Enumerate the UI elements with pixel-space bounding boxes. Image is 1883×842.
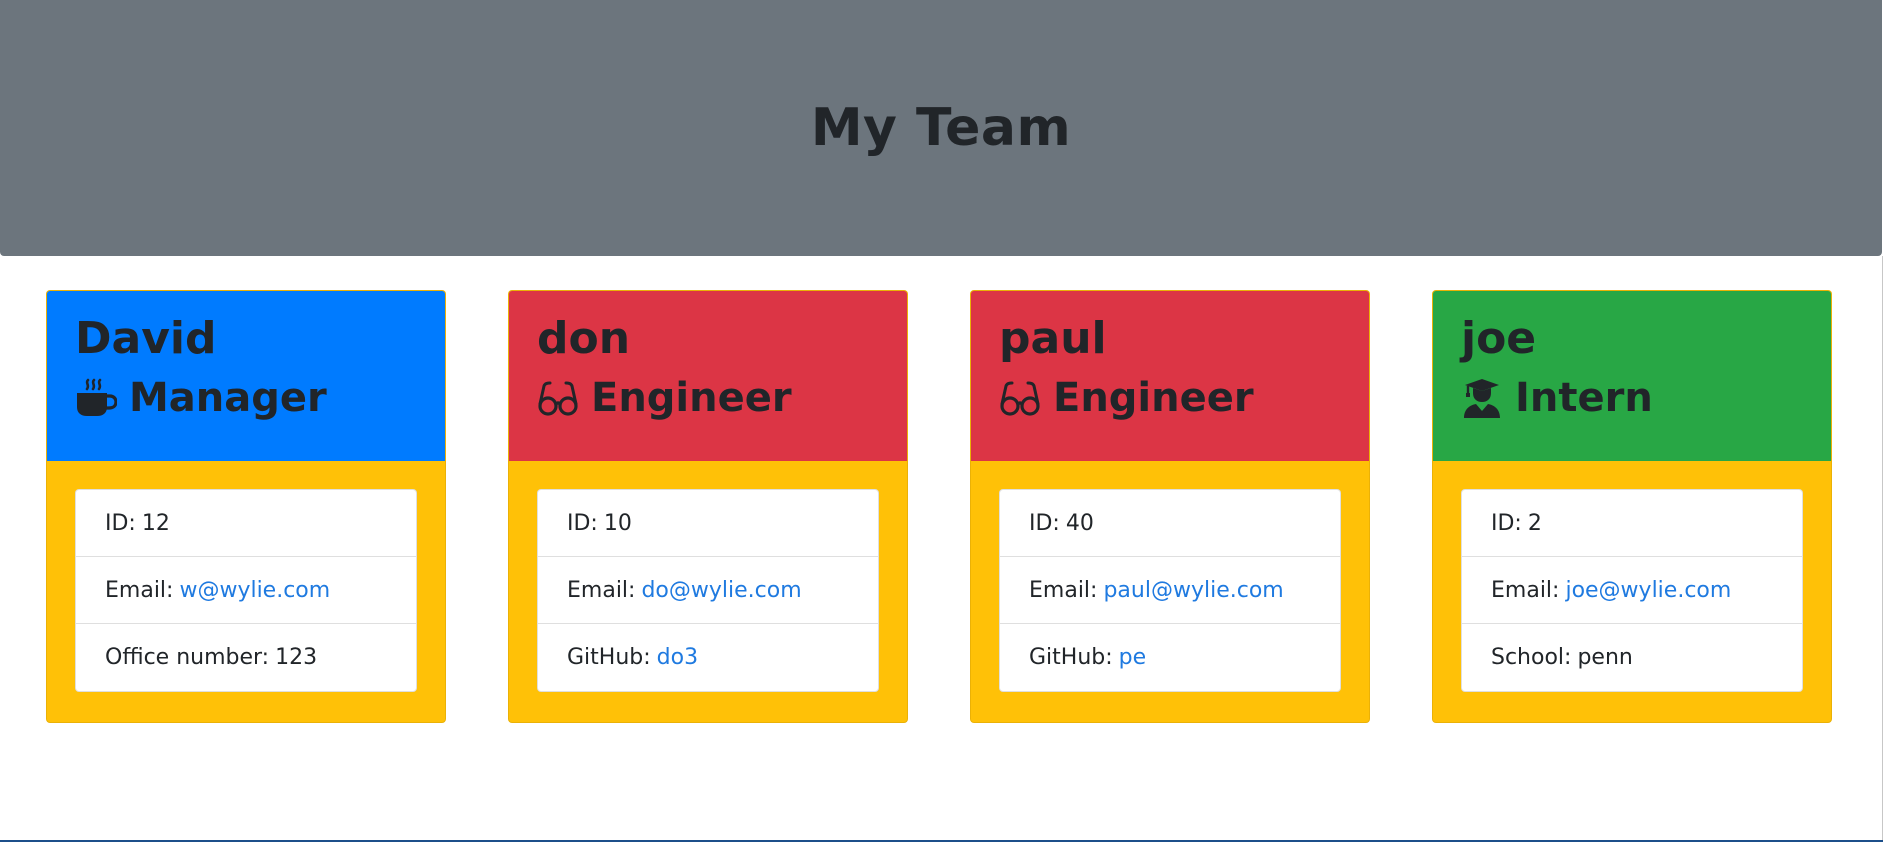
id-row: ID: 10 bbox=[538, 490, 878, 557]
employee-name: joe bbox=[1461, 313, 1537, 364]
school-row: School: penn bbox=[1462, 624, 1802, 691]
role-label: Engineer bbox=[591, 374, 792, 421]
role-label: Manager bbox=[129, 374, 327, 421]
card-header: David Manager bbox=[47, 291, 445, 461]
github-label: GitHub: bbox=[567, 645, 651, 670]
id-label: ID: bbox=[567, 510, 598, 536]
employee-card-engineer: paul Engineer ID: 40 Email: paul@wylie.c… bbox=[970, 290, 1370, 723]
employee-name: David bbox=[75, 313, 217, 364]
email-label: Email: bbox=[1491, 577, 1560, 603]
email-link[interactable]: do@wylie.com bbox=[641, 578, 801, 603]
header-banner: My Team bbox=[0, 0, 1882, 256]
office-number-value: 123 bbox=[275, 645, 318, 670]
employee-name: paul bbox=[999, 313, 1107, 364]
email-link[interactable]: w@wylie.com bbox=[179, 578, 330, 603]
team-cards: David Manager ID: 12 Email: w@wylie.com … bbox=[46, 290, 1832, 723]
github-link[interactable]: do3 bbox=[657, 645, 698, 670]
office-number-label: Office number: bbox=[105, 645, 270, 670]
card-header: don Engineer bbox=[509, 291, 907, 461]
id-label: ID: bbox=[1491, 510, 1522, 536]
info-list: ID: 40 Email: paul@wylie.com GitHub: pe bbox=[999, 489, 1341, 692]
card-header: joe Intern bbox=[1433, 291, 1831, 461]
employee-role: Manager bbox=[75, 374, 417, 422]
id-row: ID: 2 bbox=[1462, 490, 1802, 557]
email-row: Email: w@wylie.com bbox=[76, 557, 416, 624]
id-row: ID: 40 bbox=[1000, 490, 1340, 557]
employee-role: Engineer bbox=[999, 374, 1341, 422]
employee-role: Engineer bbox=[537, 374, 879, 422]
id-label: ID: bbox=[105, 510, 136, 536]
email-link[interactable]: joe@wylie.com bbox=[1565, 578, 1731, 603]
info-list: ID: 10 Email: do@wylie.com GitHub: do3 bbox=[537, 489, 879, 692]
github-row: GitHub: pe bbox=[1000, 624, 1340, 691]
coffee-icon bbox=[77, 378, 117, 416]
employee-card-manager: David Manager ID: 12 Email: w@wylie.com … bbox=[46, 290, 446, 723]
card-header: paul Engineer bbox=[971, 291, 1369, 461]
card-body: ID: 12 Email: w@wylie.com Office number:… bbox=[47, 461, 445, 720]
id-label: ID: bbox=[1029, 510, 1060, 536]
office-number-row: Office number: 123 bbox=[76, 624, 416, 691]
github-row: GitHub: do3 bbox=[538, 624, 878, 691]
github-link[interactable]: pe bbox=[1119, 645, 1147, 670]
employee-card-engineer: don Engineer ID: 10 Email: do@wylie.com … bbox=[508, 290, 908, 723]
info-list: ID: 12 Email: w@wylie.com Office number:… bbox=[75, 489, 417, 692]
glasses-icon bbox=[538, 381, 578, 416]
id-value: 40 bbox=[1065, 510, 1094, 536]
id-value: 12 bbox=[141, 510, 170, 536]
email-label: Email: bbox=[1029, 577, 1098, 603]
email-row: Email: joe@wylie.com bbox=[1462, 557, 1802, 624]
email-label: Email: bbox=[105, 577, 174, 603]
id-value: 2 bbox=[1527, 510, 1542, 536]
school-label: School: bbox=[1491, 645, 1572, 670]
id-value: 10 bbox=[603, 510, 632, 536]
card-body: ID: 40 Email: paul@wylie.com GitHub: pe bbox=[971, 461, 1369, 720]
page-title: My Team bbox=[810, 98, 1072, 158]
employee-card-intern: joe Intern ID: 2 Email: joe@wylie.com Sc… bbox=[1432, 290, 1832, 723]
email-row: Email: paul@wylie.com bbox=[1000, 557, 1340, 624]
card-body: ID: 10 Email: do@wylie.com GitHub: do3 bbox=[509, 461, 907, 720]
employee-role: Intern bbox=[1461, 374, 1803, 422]
role-label: Intern bbox=[1515, 374, 1653, 421]
email-label: Email: bbox=[567, 577, 636, 603]
role-label: Engineer bbox=[1053, 374, 1254, 421]
email-link[interactable]: paul@wylie.com bbox=[1103, 578, 1283, 603]
info-list: ID: 2 Email: joe@wylie.com School: penn bbox=[1461, 489, 1803, 692]
school-value: penn bbox=[1577, 645, 1633, 670]
card-body: ID: 2 Email: joe@wylie.com School: penn bbox=[1433, 461, 1831, 720]
employee-name: don bbox=[537, 313, 631, 364]
id-row: ID: 12 bbox=[76, 490, 416, 557]
email-row: Email: do@wylie.com bbox=[538, 557, 878, 624]
github-label: GitHub: bbox=[1029, 645, 1113, 670]
glasses-icon bbox=[1000, 381, 1040, 416]
graduate-icon bbox=[1464, 378, 1500, 418]
